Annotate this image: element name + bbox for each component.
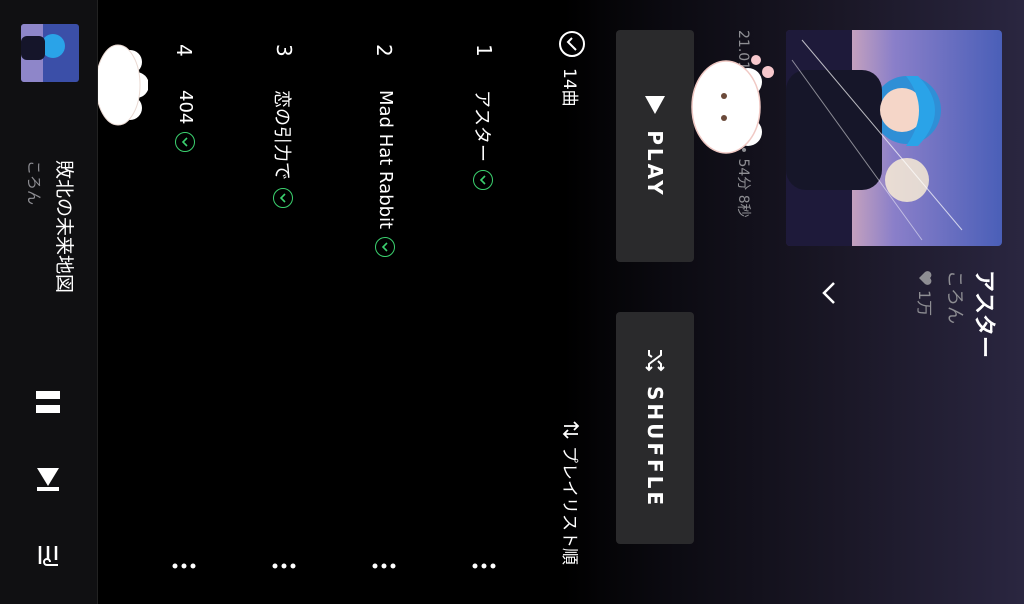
track-count: 14曲 — [558, 30, 586, 107]
track-title: 恋の引力で — [270, 90, 296, 208]
sheep-sticker — [95, 44, 148, 126]
heart-icon — [919, 271, 932, 285]
pause-button[interactable] — [26, 380, 70, 424]
track-title-text: 404 — [175, 90, 196, 125]
more-vertical-icon[interactable] — [268, 556, 300, 576]
now-playing-cover — [21, 24, 79, 82]
queue-button[interactable] — [26, 536, 70, 580]
playback-controls — [23, 380, 73, 580]
track-row[interactable]: 1 アスター — [424, 0, 524, 604]
album-title: アスター — [971, 270, 996, 359]
play-label: PLAY — [643, 130, 667, 198]
track-title: 404 — [175, 90, 196, 153]
track-title-text: 恋の引力で — [271, 90, 292, 180]
play-icon — [645, 96, 665, 115]
track-title: Mad Hat Rabbit — [375, 90, 396, 258]
sheep-sticker — [691, 55, 774, 154]
album-artist[interactable]: ころん — [943, 270, 969, 324]
more-vertical-icon[interactable] — [468, 556, 500, 576]
download-check-icon — [273, 188, 293, 208]
more-vertical-icon[interactable] — [368, 556, 400, 576]
skip-next-button[interactable] — [26, 458, 70, 502]
sort-icon — [563, 421, 580, 439]
track-count-label: 14曲 — [559, 68, 580, 107]
pause-icon — [36, 391, 60, 413]
sort-label: プレイリスト順 — [559, 446, 579, 565]
download-check-icon — [375, 237, 396, 258]
shuffle-label: SHUFFLE — [643, 385, 667, 509]
track-row[interactable]: 2 Mad Hat Rabbit — [324, 0, 424, 604]
download-check-icon — [175, 132, 196, 153]
album-cover — [786, 30, 1002, 246]
track-row[interactable]: 3 恋の引力で — [224, 0, 324, 604]
download-all-icon — [559, 31, 585, 57]
track-title-text: アスター — [471, 90, 492, 162]
skip-next-icon — [37, 468, 59, 491]
shuffle-icon — [645, 349, 665, 372]
album-likes: 1万 — [914, 270, 938, 316]
track-number: 1 — [472, 44, 496, 57]
track-number: 2 — [372, 44, 396, 57]
collapse-button[interactable] — [814, 278, 844, 308]
track-number: 4 — [172, 44, 196, 57]
sort-button[interactable]: プレイリスト順 — [559, 420, 584, 565]
now-playing-title: 敗北の未来地図 — [53, 160, 75, 294]
track-title: アスター — [470, 90, 496, 190]
album-screen: アスター ころん 1万 21.01.27 • 14曲 • 54分 8秒 PLAY… — [0, 0, 1024, 604]
shuffle-button[interactable]: SHUFFLE — [616, 312, 694, 544]
likes-count: 1万 — [915, 290, 934, 317]
now-playing-bar[interactable]: 敗北の未来地図 ころん — [0, 0, 98, 604]
queue-icon — [38, 546, 58, 566]
track-title-text: Mad Hat Rabbit — [375, 90, 396, 230]
download-check-icon — [473, 170, 493, 190]
collapse-chevron-icon — [822, 282, 835, 304]
more-vertical-icon[interactable] — [168, 556, 200, 576]
track-number: 3 — [272, 44, 296, 57]
now-playing-artist: ころん — [25, 160, 43, 206]
